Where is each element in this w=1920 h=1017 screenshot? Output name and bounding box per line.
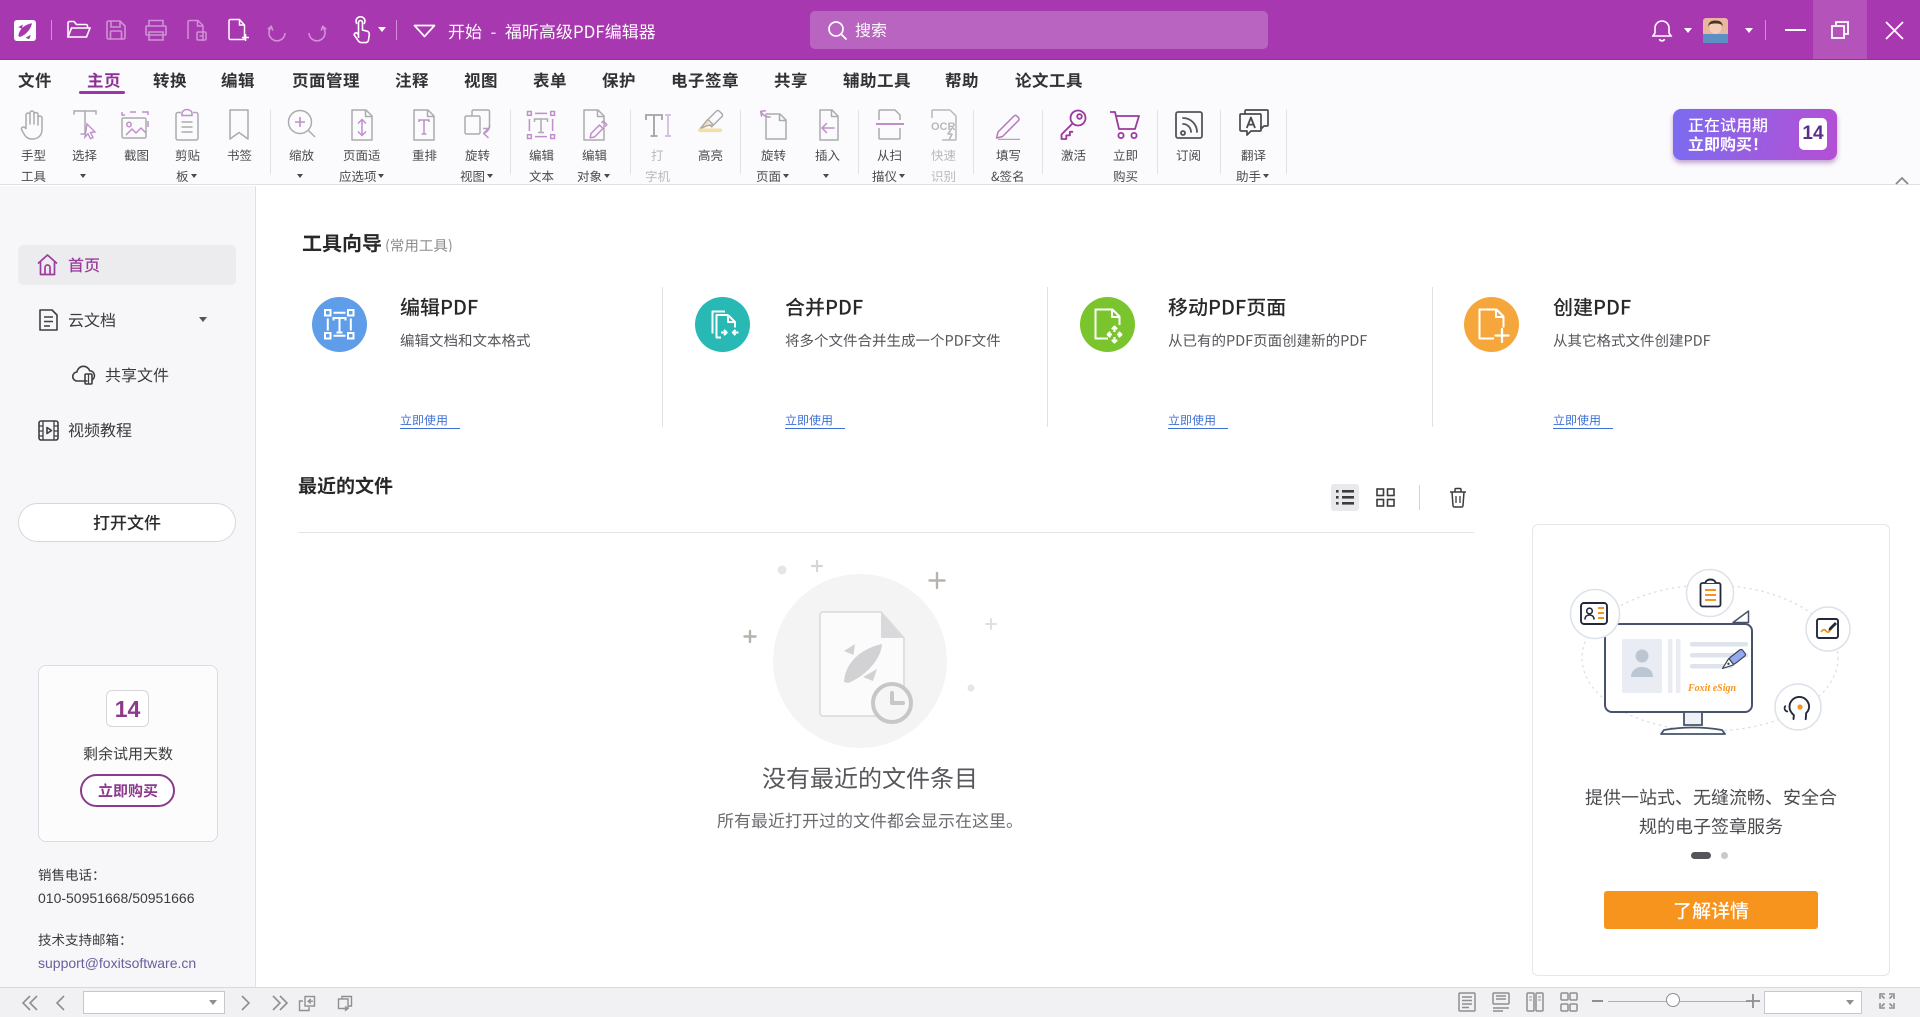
svg-text:OCR: OCR: [931, 121, 956, 133]
svg-text:Foxit eSign: Foxit eSign: [1687, 683, 1737, 694]
